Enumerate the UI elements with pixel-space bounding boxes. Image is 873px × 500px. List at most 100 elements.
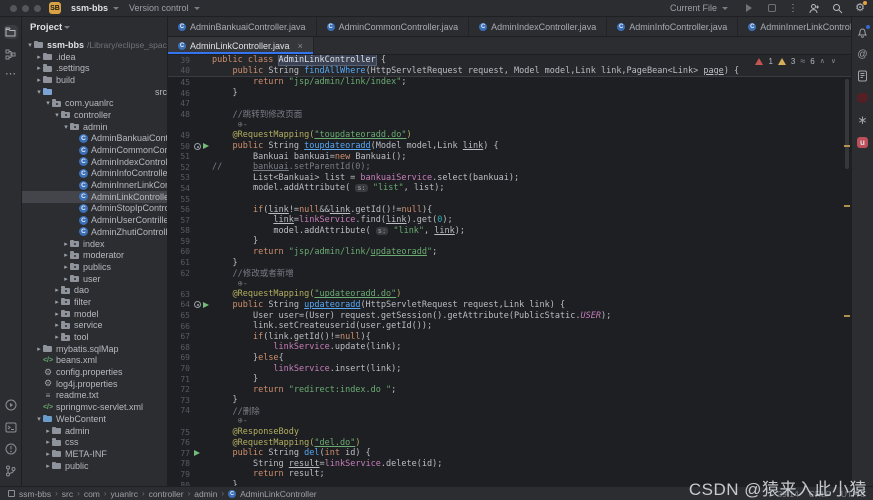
prev-problem-icon[interactable]: ∧: [820, 57, 826, 65]
tree-chevron-icon[interactable]: ▸: [44, 450, 52, 458]
tree-item-public[interactable]: ▸public: [22, 460, 167, 472]
tree-item-model[interactable]: ▸model: [22, 308, 167, 320]
code-line[interactable]: 59 }: [168, 236, 851, 247]
tree-chevron-icon[interactable]: ▸: [44, 462, 52, 470]
breadcrumb-item[interactable]: AdminLinkController: [240, 489, 317, 499]
breadcrumb-item[interactable]: ssm-bbs: [19, 489, 51, 499]
code-line[interactable]: 56 if(link!=null&&link.getId()!=null){: [168, 204, 851, 215]
code-line[interactable]: 54 model.addAttribute( s: "list", list);: [168, 183, 851, 194]
code-line[interactable]: ⊕-: [168, 120, 851, 131]
tree-item-adminlinkcontroller[interactable]: CAdminLinkController: [22, 191, 167, 203]
tree-item-user[interactable]: ▸user: [22, 273, 167, 285]
tree-chevron-icon[interactable]: ▸: [62, 251, 70, 259]
tree-chevron-icon[interactable]: ▸: [44, 427, 52, 435]
tree-item-admincommoncontroll[interactable]: CAdminCommonControll: [22, 144, 167, 156]
tree-item-src[interactable]: ▾src: [22, 86, 167, 98]
tree-item-com-yuanlrc[interactable]: ▾com.yuanlrc: [22, 97, 167, 109]
settings-gear-icon[interactable]: ⚙: [853, 1, 867, 15]
code-line[interactable]: ⊕-: [168, 416, 851, 427]
search-icon[interactable]: [830, 1, 844, 15]
ai-assistant-icon[interactable]: @: [856, 47, 870, 61]
breadcrumb-item[interactable]: yuanlrc: [111, 489, 138, 499]
tree-item-build[interactable]: ▸build: [22, 74, 167, 86]
code-editor[interactable]: 1 3 ≈6 ∧ ∨ 39public class AdminLinkContr…: [168, 55, 851, 486]
tree-chevron-icon[interactable]: ▸: [35, 345, 43, 353]
tree-item-beans-xml[interactable]: </>beans.xml: [22, 355, 167, 367]
tree-item-adminzhuticontroller[interactable]: CAdminZhutiController: [22, 226, 167, 238]
tree-chevron-icon[interactable]: ▸: [62, 275, 70, 283]
code-line[interactable]: 70 linkService.insert(link);: [168, 363, 851, 374]
tree-item-service[interactable]: ▸service: [22, 320, 167, 332]
tree-chevron-icon[interactable]: ▸: [35, 64, 43, 72]
code-line[interactable]: 52// bankuai.setParentId(0);: [168, 162, 851, 173]
tree-chevron-icon[interactable]: ▸: [53, 286, 61, 294]
tree-item-css[interactable]: ▸css: [22, 436, 167, 448]
project-panel-header[interactable]: Project: [22, 17, 167, 38]
code-line[interactable]: 74 //删除: [168, 406, 851, 417]
warning-stripe-mark[interactable]: [844, 205, 850, 207]
tree-item-publics[interactable]: ▸publics: [22, 261, 167, 273]
code-line[interactable]: 51 Bankuai bankuai=new Bankuai();: [168, 151, 851, 162]
code-line[interactable]: 55: [168, 194, 851, 205]
notifications-bell-icon[interactable]: [856, 25, 870, 39]
code-line[interactable]: 62 //修改或者新增: [168, 268, 851, 279]
code-line[interactable]: 75 @ResponseBody: [168, 427, 851, 438]
spring-mapping-run-icon[interactable]: [203, 143, 209, 149]
url-mapping-icon[interactable]: [194, 301, 201, 308]
add-user-icon[interactable]: [807, 1, 821, 15]
tree-item-springmvc-servlet-xml[interactable]: </>springmvc-servlet.xml: [22, 401, 167, 413]
more-actions-icon[interactable]: ⋮: [788, 3, 798, 14]
code-line[interactable]: 58 model.addAttribute( s: "link", link);: [168, 226, 851, 237]
project-tool-icon[interactable]: [4, 25, 18, 39]
tree-chevron-icon[interactable]: ▾: [62, 123, 70, 131]
editor-tab-admincommoncontroller-java[interactable]: CAdminCommonController.java: [317, 17, 470, 36]
tree-chevron-icon[interactable]: ▾: [26, 41, 34, 49]
tree-chevron-icon[interactable]: ▾: [53, 111, 61, 119]
breadcrumb-item[interactable]: com: [84, 489, 100, 499]
tree-item-webcontent[interactable]: ▾WebContent: [22, 413, 167, 425]
editor-scrollbar[interactable]: [845, 79, 849, 169]
spring-mapping-run-icon[interactable]: [203, 302, 209, 308]
tree-item-meta-inf[interactable]: ▸META-INF: [22, 448, 167, 460]
plugin-blob-icon[interactable]: [856, 91, 870, 105]
tree-item-ssm-bbs[interactable]: ▾ssm-bbs/Library/eclipse_space/jsp+s: [22, 39, 167, 51]
tree-item-adminindexcontroller[interactable]: CAdminIndexController: [22, 156, 167, 168]
close-window-icon[interactable]: [10, 5, 17, 12]
tree-chevron-icon[interactable]: ▸: [53, 298, 61, 306]
tree-item-moderator[interactable]: ▸moderator: [22, 249, 167, 261]
tree-item-adminstopipcontroller[interactable]: CAdminStopIpController: [22, 203, 167, 215]
tree-item-controller[interactable]: ▾controller: [22, 109, 167, 121]
tree-item-readme-txt[interactable]: ≡readme.txt: [22, 390, 167, 402]
plugin-red-icon[interactable]: u: [856, 135, 870, 149]
notes-tool-icon[interactable]: [856, 69, 870, 83]
code-line[interactable]: 60 return "jsp/admin/link/updateoradd";: [168, 247, 851, 258]
tree-chevron-icon[interactable]: ▸: [53, 310, 61, 318]
tree-item-adminbankuaicontrolle[interactable]: CAdminBankuaiControlle: [22, 133, 167, 145]
tree-item--settings[interactable]: ▸.settings: [22, 62, 167, 74]
run-tool-icon[interactable]: [4, 398, 18, 412]
code-line[interactable]: 45 return "jsp/admin/link/index";: [168, 77, 851, 88]
debug-button[interactable]: [765, 1, 779, 15]
tree-chevron-icon[interactable]: ▸: [35, 76, 43, 84]
tree-chevron-icon[interactable]: ▾: [35, 415, 43, 423]
tree-item-admininnerlinkcontroll[interactable]: CAdminInnerLinkControll: [22, 179, 167, 191]
tree-item-mybatis-sqlmap[interactable]: ▸mybatis.sqlMap: [22, 343, 167, 355]
code-line[interactable]: 71 }: [168, 374, 851, 385]
tree-item-admininfocontroller[interactable]: CAdminInfoController: [22, 168, 167, 180]
code-line[interactable]: ⊕-: [168, 278, 851, 289]
tree-item-index[interactable]: ▸index: [22, 238, 167, 250]
code-line[interactable]: 68 linkService.update(link);: [168, 342, 851, 353]
close-tab-icon[interactable]: ×: [298, 41, 303, 51]
next-problem-icon[interactable]: ∨: [831, 57, 837, 65]
code-line[interactable]: 64 public String updateoradd(HttpServlet…: [168, 300, 851, 311]
minimize-window-icon[interactable]: [22, 5, 29, 12]
breadcrumb-item[interactable]: controller: [149, 489, 184, 499]
tree-chevron-icon[interactable]: ▸: [62, 263, 70, 271]
code-line[interactable]: 78 String result=linkService.delete(id);: [168, 459, 851, 470]
inspections-widget[interactable]: 1 3 ≈6 ∧ ∨: [755, 56, 837, 66]
code-line[interactable]: 65 User user=(User) request.getSession()…: [168, 310, 851, 321]
editor-tab-adminlinkcontroller-java[interactable]: CAdminLinkController.java×: [168, 37, 314, 54]
editor-tab-adminindexcontroller-java[interactable]: CAdminIndexController.java: [469, 17, 607, 36]
tree-chevron-icon[interactable]: ▸: [35, 53, 43, 61]
code-line[interactable]: 40 public String findAllWhere(HttpServle…: [168, 66, 851, 77]
